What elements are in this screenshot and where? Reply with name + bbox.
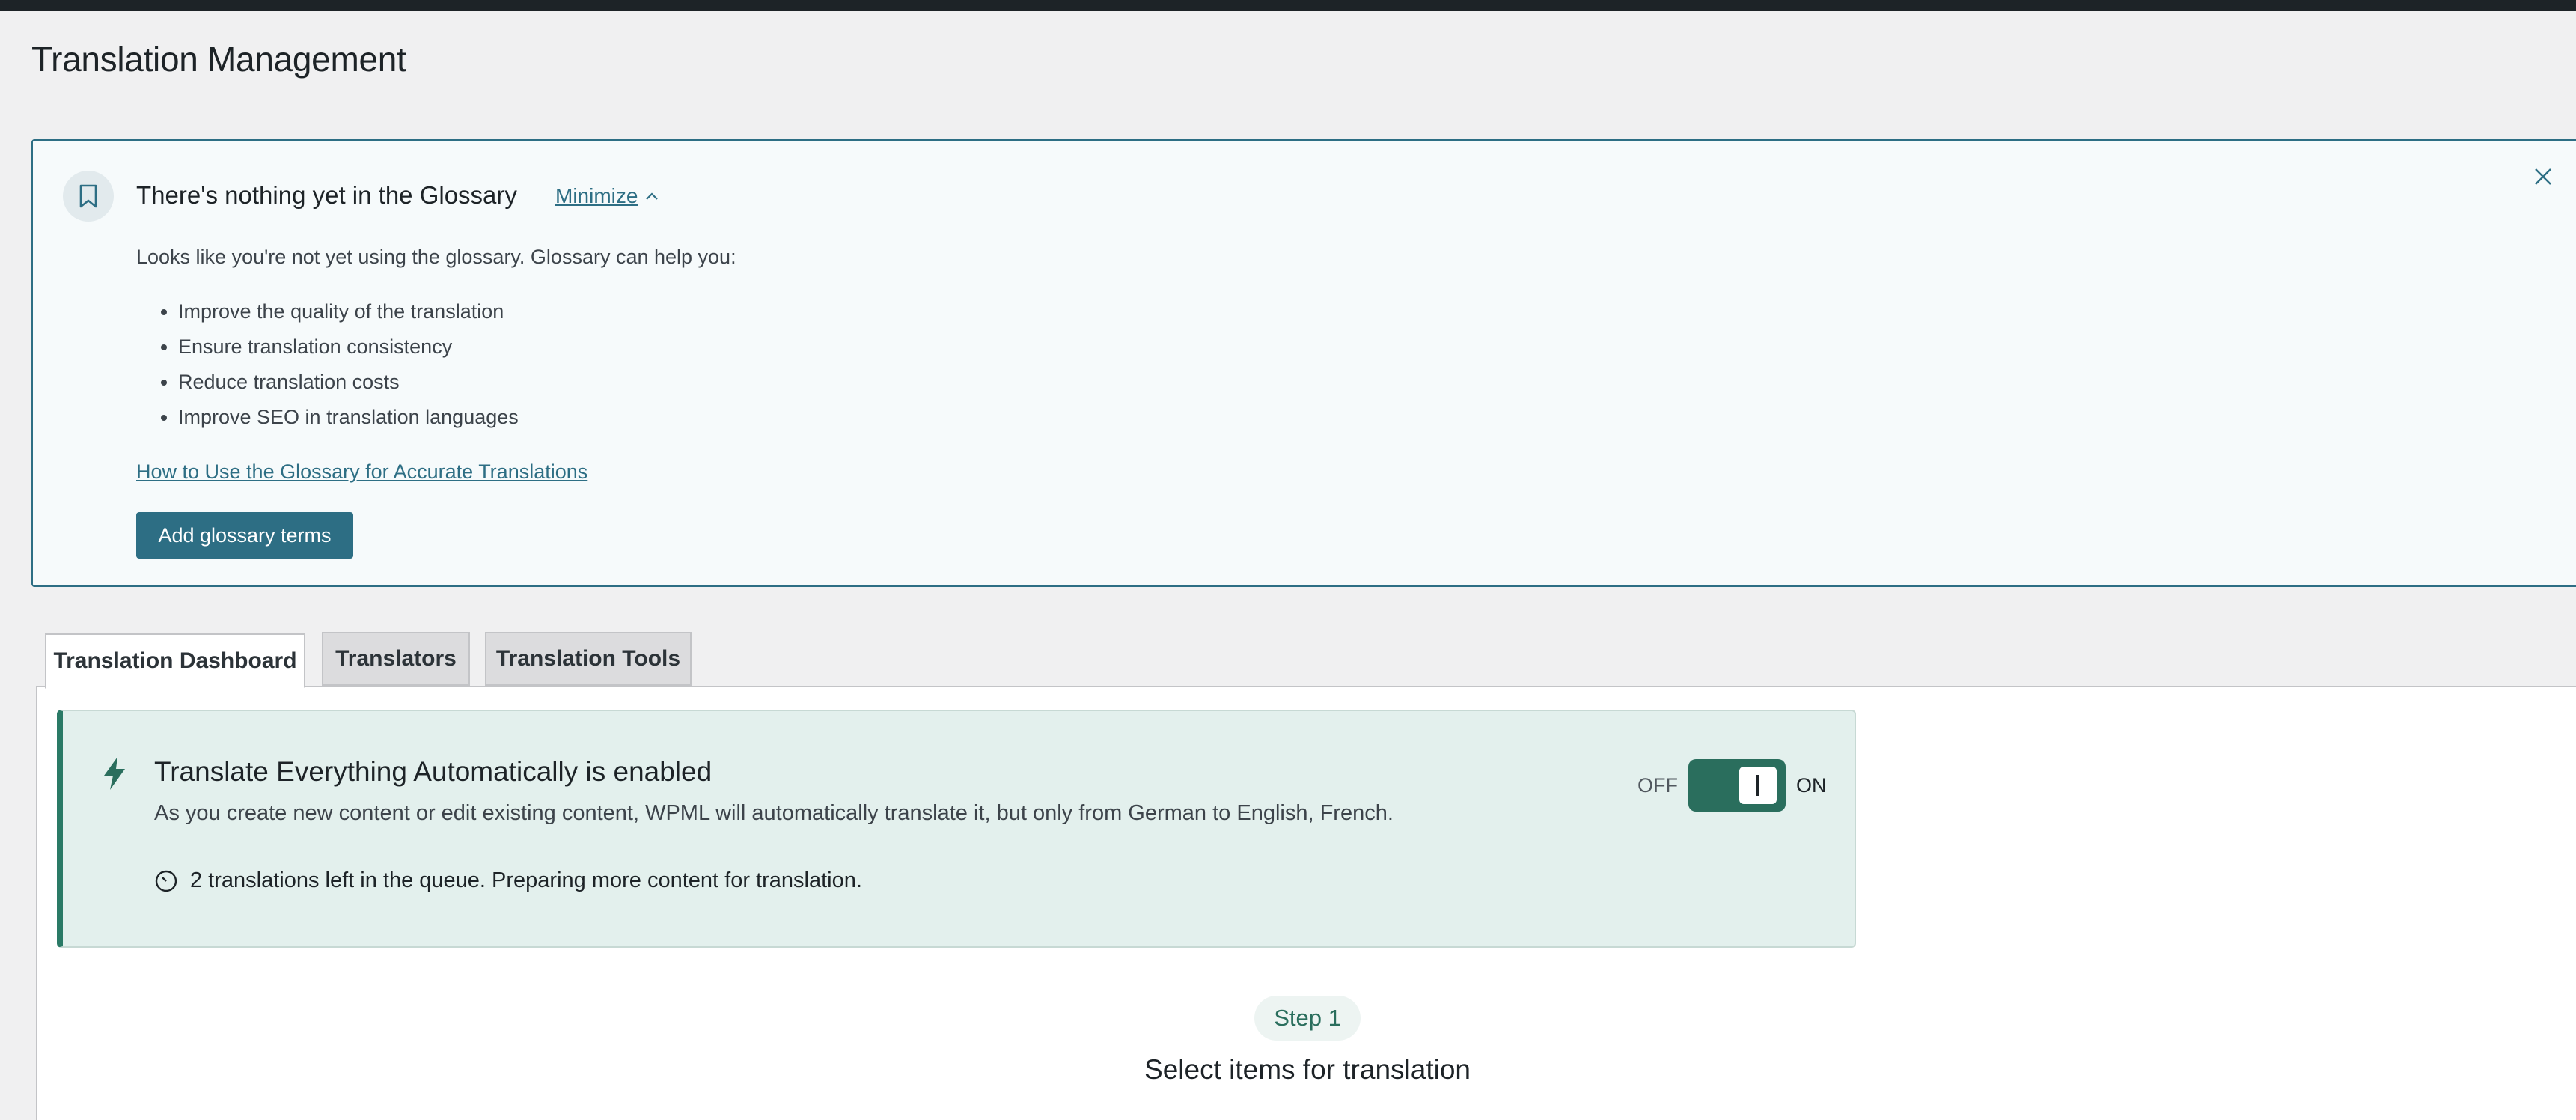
toggle-on-label: ON	[1796, 773, 1827, 797]
admin-top-bar	[0, 0, 2576, 11]
auto-translate-title: Translate Everything Automatically is en…	[154, 756, 712, 787]
step-badge: Step 1	[1254, 996, 1361, 1041]
close-notice-button[interactable]	[2528, 162, 2558, 192]
auto-translate-description: As you create new content or edit existi…	[154, 801, 1394, 825]
bookmark-icon	[63, 171, 114, 222]
tab-translation-dashboard[interactable]: Translation Dashboard	[45, 633, 305, 689]
page-title: Translation Management	[31, 40, 406, 79]
add-glossary-terms-button[interactable]: Add glossary terms	[136, 512, 353, 559]
tab-translators[interactable]: Translators	[322, 632, 470, 686]
list-item: Ensure translation consistency	[178, 329, 519, 365]
glossary-benefits-list: Improve the quality of the translation E…	[136, 294, 519, 435]
glossary-notice-title: There's nothing yet in the Glossary	[136, 181, 517, 209]
list-item: Improve the quality of the translation	[178, 294, 519, 329]
minimize-label: Minimize	[555, 184, 638, 207]
list-item: Reduce translation costs	[178, 365, 519, 400]
auto-translate-toggle-group: OFF ON	[1638, 759, 1827, 812]
toggle-knob	[1739, 767, 1777, 804]
toggle-off-label: OFF	[1638, 773, 1678, 797]
glossary-guide-link[interactable]: How to Use the Glossary for Accurate Tra…	[136, 460, 587, 484]
lightning-bolt-icon	[102, 756, 127, 794]
step-title: Select items for translation	[1144, 1054, 1471, 1085]
minimize-link[interactable]: Minimize	[555, 184, 659, 208]
glossary-intro: Looks like you're not yet using the glos…	[136, 246, 736, 268]
queue-status: 2 translations left in the queue. Prepar…	[154, 868, 862, 893]
glossary-notice: There's nothing yet in the Glossary Mini…	[31, 139, 2576, 587]
auto-translate-card: Translate Everything Automatically is en…	[57, 710, 1856, 948]
close-icon	[2535, 168, 2551, 185]
queue-status-text: 2 translations left in the queue. Prepar…	[190, 868, 862, 892]
chevron-up-icon	[646, 192, 659, 200]
list-item: Improve SEO in translation languages	[178, 400, 519, 435]
auto-translate-toggle[interactable]	[1688, 759, 1786, 812]
clock-icon	[155, 870, 177, 892]
tab-translation-tools[interactable]: Translation Tools	[485, 632, 692, 686]
